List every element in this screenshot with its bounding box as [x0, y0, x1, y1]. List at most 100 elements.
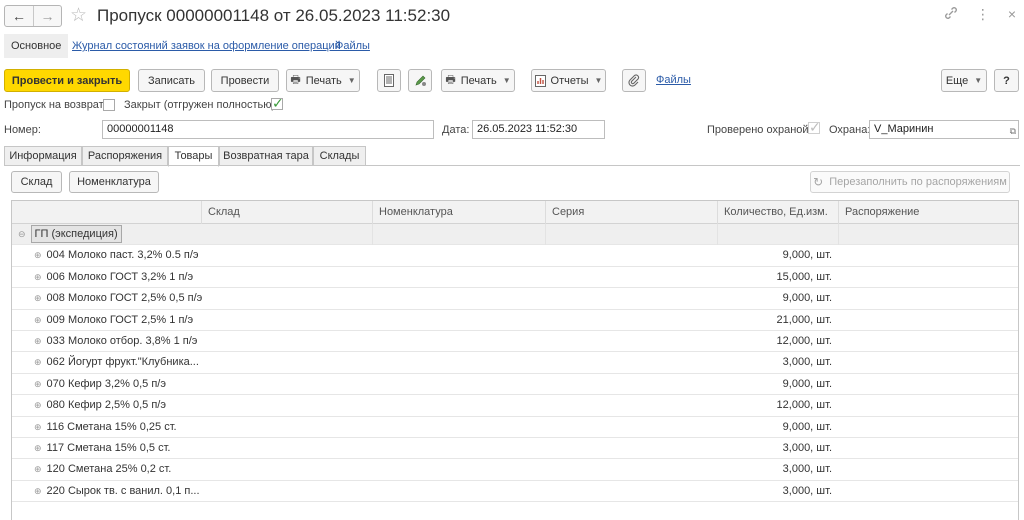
table-row[interactable]: ⊕ 116 Сметана 15% 0,25 ст. 9,000, шт.: [12, 417, 1018, 438]
expand-icon[interactable]: ⊕: [34, 250, 42, 260]
more-label: Еще: [945, 74, 969, 87]
item-name: 117 Сметана 15% 0,5 ст.: [46, 442, 171, 454]
col-header-nomenclature[interactable]: Номенклатура: [373, 201, 546, 224]
files-link[interactable]: Файлы: [656, 74, 691, 86]
reports-label: Отчеты: [550, 74, 589, 87]
guard-field[interactable]: V_Маринин ⧉: [869, 120, 1019, 139]
expand-icon[interactable]: ⊕: [34, 272, 42, 282]
table-row[interactable]: ⊕ 006 Молоко ГОСТ 3,2% 1 п/э 15,000, шт.: [12, 267, 1018, 289]
quantity-cell: 3,000, шт.: [782, 463, 832, 476]
print-button-2[interactable]: 🖶 Печать ▼: [441, 69, 515, 92]
item-name: 080 Кефир 2,5% 0,5 п/э: [46, 399, 166, 412]
table-row[interactable]: ⊕ 220 Сырок тв. с ванил. 0,1 п... 3,000, ш…: [12, 481, 1018, 503]
col-header-series[interactable]: Серия: [546, 201, 718, 224]
item-name: 006 Молоко ГОСТ 3,2% 1 п/э: [46, 270, 194, 283]
expand-icon[interactable]: ⊕: [34, 486, 42, 496]
table-cell[interactable]: [373, 224, 546, 245]
printer-icon: 🖶: [290, 74, 301, 86]
expand-icon[interactable]: ⊕: [34, 422, 42, 432]
expand-icon[interactable]: ⊕: [34, 400, 42, 410]
refresh-icon: ↻: [813, 175, 824, 189]
tab-warehouses[interactable]: Склады: [313, 146, 366, 166]
checked-guard-checkbox[interactable]: [808, 119, 821, 136]
expand-icon[interactable]: ⊕: [34, 379, 42, 389]
col-header-quantity[interactable]: Количество, Ед.изм.: [718, 201, 839, 224]
expand-icon[interactable]: ⊕: [34, 336, 42, 346]
help-button[interactable]: ?: [994, 69, 1019, 92]
tab-info[interactable]: Информация: [4, 146, 82, 166]
item-name: 033 Молоко отбор. 3,8% 1 п/э: [46, 335, 198, 347]
table-row[interactable]: ⊕ 008 Молоко ГОСТ 2,5% 0,5 п/э 9,000, шт.: [12, 288, 1018, 310]
item-name-cell: ⊕ 116 Сметана 15% 0,25 ст.: [34, 417, 202, 438]
expand-icon[interactable]: ⊕: [34, 464, 42, 474]
table-header: Склад Номенклатура Серия Количество, Ед.…: [12, 201, 1018, 224]
window-title: Пропуск 00000001148 от 26.05.2023 11:52:…: [97, 6, 451, 25]
expand-icon[interactable]: ⊕: [34, 357, 42, 367]
table-cell[interactable]: [718, 224, 839, 245]
checked-guard-label: Проверено охраной:: [707, 124, 812, 136]
post-button[interactable]: Провести: [211, 69, 279, 92]
guard-label: Охрана:: [829, 124, 871, 136]
item-name-cell: ⊕ 008 Молоко ГОСТ 2,5% 0,5 п/э: [34, 288, 202, 309]
more-icon[interactable]: ⋮: [976, 6, 990, 23]
favorite-star-icon[interactable]: ☆: [70, 4, 87, 27]
section-journal-link[interactable]: Журнал состояний заявок на оформление оп…: [72, 34, 341, 58]
number-field[interactable]: 00000001148: [102, 120, 434, 139]
col-header-tree[interactable]: [12, 201, 202, 224]
link-icon[interactable]: [944, 6, 958, 23]
item-name: 220 Сырок тв. с ванил. 0,1 п...: [46, 484, 200, 497]
close-icon[interactable]: ×: [1008, 6, 1016, 23]
item-name: 116 Сметана 15% 0,25 ст.: [46, 420, 177, 433]
item-name: 062 Йогурт фрукт."Клубника...: [46, 356, 199, 369]
table-row[interactable]: ⊕ 080 Кефир 2,5% 0,5 п/э 12,000, шт.: [12, 395, 1018, 417]
closed-checkbox[interactable]: [271, 95, 284, 112]
chevron-down-icon: ▼: [594, 76, 603, 85]
table-cell[interactable]: [202, 224, 373, 245]
expand-icon[interactable]: ⊕: [34, 293, 42, 303]
open-icon[interactable]: ⧉: [1010, 123, 1016, 140]
collapse-icon[interactable]: ⊖: [18, 229, 26, 239]
table-row[interactable]: ⊕ 062 Йогурт фрукт."Клубника... 3,000, шт.: [12, 352, 1018, 374]
more-button[interactable]: Еще ▼: [941, 69, 987, 92]
forward-button[interactable]: →: [33, 6, 61, 26]
table-row[interactable]: ⊕ 117 Сметана 15% 0,5 ст. 3,000, шт.: [12, 438, 1018, 460]
help-label: ?: [1003, 74, 1010, 87]
return-pass-checkbox[interactable]: [103, 99, 115, 111]
number-label: Номер:: [4, 124, 41, 136]
edit-icon-button[interactable]: [408, 69, 432, 92]
save-button[interactable]: Записать: [138, 69, 205, 92]
quantity-cell: 3,000, шт.: [782, 356, 832, 369]
tab-goods[interactable]: Товары: [168, 146, 219, 167]
nomenclature-button[interactable]: Номенклатура: [69, 171, 159, 193]
tab-returnable-containers[interactable]: Возвратная тара: [219, 146, 313, 166]
back-button[interactable]: ←: [5, 6, 33, 26]
section-files-link[interactable]: Файлы: [335, 34, 370, 58]
item-name-cell: ⊕ 006 Молоко ГОСТ 3,2% 1 п/э: [34, 267, 202, 288]
item-name-cell: ⊕ 080 Кефир 2,5% 0,5 п/э: [34, 395, 202, 416]
quantity-cell: 9,000, шт.: [782, 377, 832, 390]
tab-orders[interactable]: Распоряжения: [82, 146, 168, 166]
refill-button[interactable]: ↻ Перезаполнить по распоряжениям: [810, 171, 1010, 193]
post-and-close-button[interactable]: Провести и закрыть: [4, 69, 130, 92]
section-main[interactable]: Основное: [4, 34, 69, 58]
col-header-warehouse[interactable]: Склад: [202, 201, 373, 224]
print-button[interactable]: 🖶 Печать ▼: [286, 69, 360, 92]
table-row[interactable]: ⊕ 120 Сметана 25% 0,2 ст. 3,000, шт.: [12, 459, 1018, 481]
warehouse-button[interactable]: Склад: [11, 171, 62, 193]
date-field[interactable]: 26.05.2023 11:52:30: [472, 120, 605, 139]
table-cell[interactable]: [546, 224, 718, 245]
group-label: ГП (экспедиция): [30, 225, 122, 243]
quantity-cell: 9,000, шт.: [782, 292, 832, 305]
col-header-order[interactable]: Распоряжение: [839, 201, 1018, 224]
table-row[interactable]: ⊕ 033 Молоко отбор. 3,8% 1 п/э 12,000, шт.: [12, 331, 1018, 353]
table-row[interactable]: ⊕ 070 Кефир 3,2% 0,5 п/э 9,000, шт.: [12, 374, 1018, 396]
attach-button[interactable]: [622, 69, 646, 92]
table-group-row[interactable]: ⊖ ГП (экспедиция): [12, 224, 1018, 246]
reports-button[interactable]: Отчеты ▼: [531, 69, 606, 92]
table-row[interactable]: ⊕ 009 Молоко ГОСТ 2,5% 1 п/э 21,000, шт.: [12, 310, 1018, 331]
document-icon-button[interactable]: [377, 69, 401, 92]
table-row[interactable]: ⊕ 004 Молоко паст. 3,2% 0.5 п/э 9,000, шт.: [12, 245, 1018, 267]
expand-icon[interactable]: ⊕: [34, 315, 42, 325]
expand-icon[interactable]: ⊕: [34, 443, 42, 453]
chevron-down-icon: ▼: [502, 76, 511, 85]
